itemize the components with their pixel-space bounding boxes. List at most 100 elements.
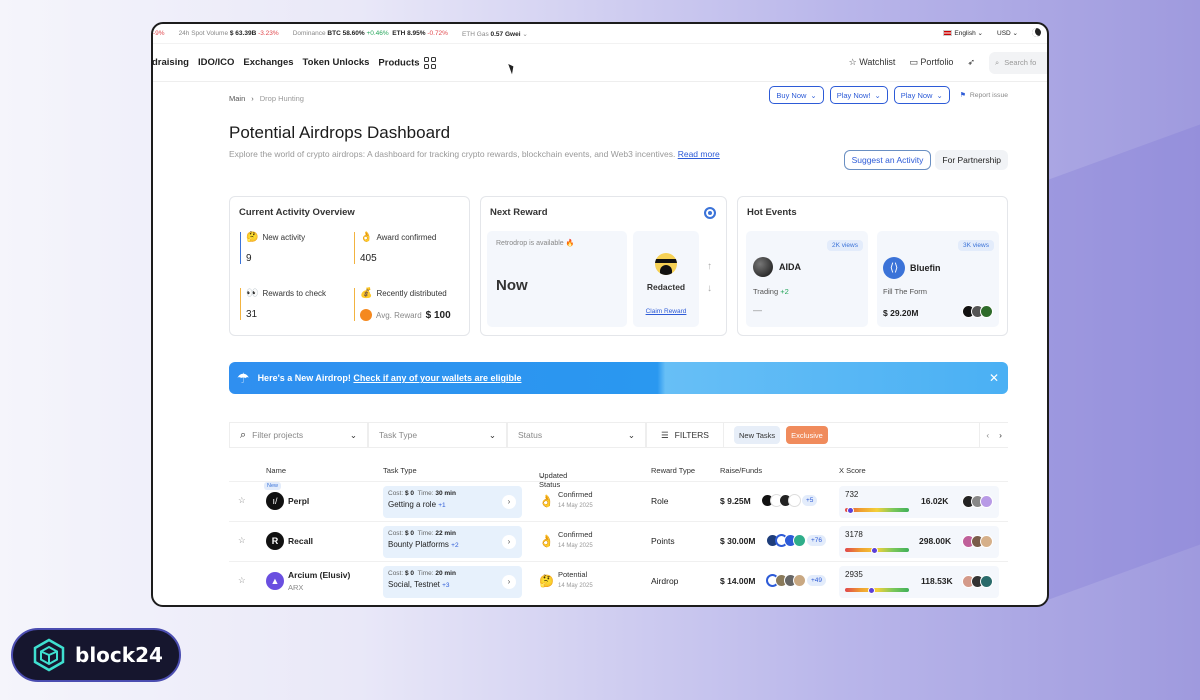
table-row[interactable]: ☆ ▲ Arcium (Elusiv) ARX Cost: $ 0 Time: … xyxy=(229,561,1008,601)
nav-exchanges[interactable]: Exchanges xyxy=(243,57,293,69)
exclusive-tag[interactable]: Exclusive xyxy=(786,426,828,444)
new-airdrop-banner[interactable]: ☂ Here's a New Airdrop! Check if any of … xyxy=(229,362,1008,394)
task-cell[interactable]: Cost: $ 0 Time: 20 min Social, Testnet +… xyxy=(383,566,522,598)
avatar xyxy=(788,494,801,507)
star-icon[interactable]: ☆ xyxy=(238,495,246,506)
investor-avatars[interactable]: +49 xyxy=(766,574,827,587)
table-row[interactable]: ☆ New ı/ Perpl Cost: $ 0 Time: 30 min Ge… xyxy=(229,481,1008,521)
chevron-right-icon[interactable]: › xyxy=(999,430,1002,440)
col-name[interactable]: Name xyxy=(266,466,286,475)
hot-events-card: Hot Events 2K views AIDA Trading +2 — 3K… xyxy=(737,196,1008,336)
stat-new-activity[interactable]: 🤔 New activity 9 xyxy=(240,232,305,264)
chevron-right-icon[interactable]: › xyxy=(502,535,516,549)
language-select[interactable]: English ⌄ xyxy=(943,29,983,37)
filters-button[interactable]: ☰ FILTERS xyxy=(646,422,724,448)
breadcrumb-home[interactable]: Main xyxy=(229,94,245,103)
hot-event-bluefin[interactable]: 3K views ⟨⟩ Bluefin Fill The Form $ 29.2… xyxy=(877,231,999,327)
activity-overview-card: Current Activity Overview 🤔 New activity … xyxy=(229,196,470,336)
task-type-select[interactable]: Task Type ⌄ xyxy=(368,422,507,448)
avatar xyxy=(793,534,806,547)
hot-event-aida[interactable]: 2K views AIDA Trading +2 — xyxy=(746,231,868,327)
chevron-down-icon: ⌄ xyxy=(627,429,635,440)
currency-select[interactable]: USD ⌄ xyxy=(997,29,1018,37)
reward-status-panel: Retrodrop is available 🔥 Now xyxy=(487,231,627,327)
bluefin-logo-icon: ⟨⟩ xyxy=(883,257,905,279)
flag-icon xyxy=(943,29,953,36)
nav-products[interactable]: Products xyxy=(378,56,437,69)
investor-avatars[interactable]: +5 xyxy=(761,494,818,507)
logo-text: block24 xyxy=(75,643,163,667)
avatar xyxy=(980,305,993,318)
breadcrumb-current: Drop Hunting xyxy=(259,94,304,103)
ticker-gas[interactable]: ETH Gas 0.57 Gwei ⌄ xyxy=(462,30,528,38)
status-select[interactable]: Status ⌄ xyxy=(507,422,646,448)
suggest-activity-button[interactable]: Suggest an Activity xyxy=(843,150,932,170)
rocket-icon[interactable]: ➶ xyxy=(967,57,975,68)
market-ticker: -9% 24h Spot Volume $ 63.39B -3.23% Domi… xyxy=(153,24,1047,44)
new-tasks-tag[interactable]: New Tasks xyxy=(734,426,781,444)
card-title: Hot Events xyxy=(747,207,797,218)
chevron-down-icon: ⌄ xyxy=(936,90,943,100)
grid-icon xyxy=(424,56,437,69)
main-content: Main › Drop Hunting Buy Now ⌄ Play Now! ⌄ … xyxy=(229,86,1008,598)
col-raise-funds[interactable]: Raise/Funds xyxy=(720,466,762,475)
play-now-button-1[interactable]: Play Now! ⌄ xyxy=(829,86,888,104)
task-cell[interactable]: Cost: $ 0 Time: 30 min Getting a role +1… xyxy=(383,486,522,518)
col-x-score[interactable]: X Score xyxy=(839,466,866,475)
col-task-type[interactable]: Task Type xyxy=(383,466,417,475)
search-input[interactable]: ⌕ Search fo xyxy=(989,51,1047,74)
watchlist-link[interactable]: ☆ Watchlist xyxy=(849,57,896,68)
chevron-down-icon: ⌄ xyxy=(488,429,496,440)
money-bag-icon: 💰 xyxy=(360,288,373,299)
chevron-right-icon[interactable]: › xyxy=(502,495,516,509)
col-reward-type[interactable]: Reward Type xyxy=(651,466,695,475)
chevron-down-icon: ⌄ xyxy=(349,429,357,440)
project-filter-input[interactable]: ⌕ Filter projects ⌄ xyxy=(229,422,368,448)
report-issue-link[interactable]: ⚑ Report issue xyxy=(960,91,1008,100)
new-badge: New xyxy=(264,482,282,490)
chevron-left-icon[interactable]: ‹ xyxy=(986,430,989,440)
play-now-button-2[interactable]: Play Now ⌄ xyxy=(893,86,950,104)
chevron-down-icon: ⌄ xyxy=(810,90,817,100)
investor-avatars[interactable]: +76 xyxy=(766,534,827,547)
stat-recently-distributed[interactable]: 💰 Recently distributed Avg. Reward $ 100 xyxy=(354,288,451,321)
score-bar xyxy=(845,586,909,594)
ticker-spot-volume: 24h Spot Volume $ 63.39B -3.23% xyxy=(178,30,279,37)
table-row[interactable]: ☆ R Recall Cost: $ 0 Time: 22 min Bounty… xyxy=(229,521,1008,561)
x-score-cell[interactable]: 3178 298.00K xyxy=(839,526,999,558)
close-icon[interactable]: ✕ xyxy=(989,371,999,385)
nav-ido-ico[interactable]: IDO/ICO xyxy=(198,57,234,69)
claim-reward-link[interactable]: Claim Reward xyxy=(633,308,699,315)
x-score-cell[interactable]: 732 16.02K xyxy=(839,486,999,518)
stat-rewards-to-check[interactable]: 👀 Rewards to check 31 xyxy=(240,288,326,320)
chevron-right-icon[interactable]: › xyxy=(502,575,516,589)
buy-now-button[interactable]: Buy Now ⌄ xyxy=(769,86,824,104)
read-more-link[interactable]: Read more xyxy=(678,149,720,159)
partnership-button[interactable]: For Partnership xyxy=(935,150,1008,170)
recall-logo-icon: R xyxy=(266,532,284,550)
star-icon[interactable]: ☆ xyxy=(238,535,246,546)
sliders-icon: ☰ xyxy=(661,429,669,440)
chevron-right-icon: › xyxy=(251,94,254,103)
nav-fundraising[interactable]: draising xyxy=(153,57,189,69)
portfolio-link[interactable]: ▭ Portfolio xyxy=(909,57,953,68)
arrow-down-icon[interactable]: ↓ xyxy=(707,283,712,294)
follower-avatars xyxy=(962,575,993,588)
ticker-dominance: Dominance BTC 58.60% +0.46% ETH 8.95% -0… xyxy=(292,30,448,37)
ok-hand-icon: 👌 xyxy=(539,494,554,508)
thinking-face-icon: 🤔 xyxy=(539,574,554,588)
task-cell[interactable]: Cost: $ 0 Time: 22 min Bounty Platforms … xyxy=(383,526,522,558)
arrow-up-icon[interactable]: ↑ xyxy=(707,261,712,272)
theme-toggle-icon[interactable] xyxy=(1032,28,1041,37)
refresh-icon[interactable] xyxy=(704,207,716,219)
check-wallets-link[interactable]: Check if any of your wallets are eligibl… xyxy=(353,373,521,383)
stat-award-confirmed[interactable]: 👌 Award confirmed 405 xyxy=(354,232,436,264)
page-title: Potential Airdrops Dashboard xyxy=(229,123,451,142)
card-title: Next Reward xyxy=(490,207,548,218)
ok-hand-icon: 👌 xyxy=(360,232,373,243)
star-icon: ☆ xyxy=(848,57,857,67)
star-icon[interactable]: ☆ xyxy=(238,575,246,586)
x-score-cell[interactable]: 2935 118.53K xyxy=(839,566,999,598)
nav-token-unlocks[interactable]: Token Unlocks xyxy=(303,57,370,69)
thinking-face-icon: 🤔 xyxy=(246,232,259,243)
